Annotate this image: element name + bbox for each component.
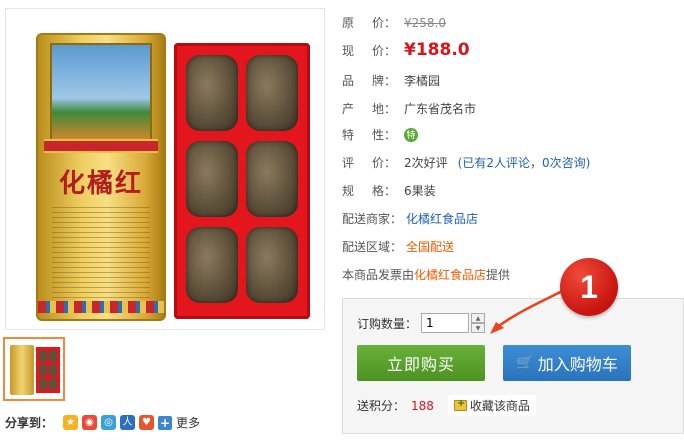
origin-label: 产地： bbox=[342, 102, 396, 116]
tin-picture bbox=[50, 43, 152, 143]
spec-row: 规格： 6果装 bbox=[342, 182, 436, 199]
origin-row: 产地： 广东省茂名市 bbox=[342, 100, 476, 117]
tin-title: 化橘红 bbox=[58, 169, 143, 199]
invoice-store-link[interactable]: 化橘红食品店 bbox=[414, 266, 486, 283]
thumb-cake bbox=[49, 364, 57, 376]
quantity-input[interactable] bbox=[421, 313, 470, 333]
thumb-cake bbox=[39, 378, 47, 390]
current-price-label: 现价： bbox=[342, 43, 396, 58]
review-detail-link[interactable]: (已有2人评论，0次咨询) bbox=[458, 154, 591, 171]
product-tray-image bbox=[174, 43, 310, 319]
fruit-cake bbox=[246, 141, 298, 217]
thumb-cake bbox=[39, 350, 47, 362]
spec-value: 6果装 bbox=[404, 184, 436, 198]
product-main-image[interactable]: 化橘红 bbox=[5, 8, 325, 330]
fruit-cake bbox=[186, 55, 238, 131]
tin-text-block bbox=[52, 207, 150, 303]
points-row: 送积分： 188 收藏该商品 bbox=[357, 395, 536, 416]
thumb-cake bbox=[49, 378, 57, 390]
merchant-link[interactable]: 化橘红食品店 bbox=[406, 210, 478, 227]
fruit-cake bbox=[186, 227, 238, 303]
share-label: 分享到： bbox=[5, 416, 54, 430]
thumb-cake bbox=[39, 364, 47, 376]
kaixin-icon[interactable]: ♥ bbox=[139, 415, 155, 430]
add-to-cart-button[interactable]: 🛒 加入购物车 bbox=[503, 345, 631, 381]
favorite-button[interactable]: 收藏该商品 bbox=[447, 395, 536, 416]
plus-icon[interactable]: + bbox=[158, 415, 173, 430]
cart-icon: 🛒 bbox=[516, 355, 534, 371]
review-row: 评价： 2次好评 (已有2人评论，0次咨询) bbox=[342, 154, 590, 171]
region-link[interactable]: 全国配送 bbox=[406, 238, 454, 255]
spec-label: 规格： bbox=[342, 184, 396, 198]
product-tin-image: 化橘红 bbox=[36, 33, 166, 321]
tencent-weibo-icon[interactable]: ◎ bbox=[101, 415, 117, 430]
share-bar: 分享到： ★ ◉ ◎ 人 ♥ + 更多 bbox=[5, 414, 200, 431]
thumb-tray bbox=[36, 347, 60, 393]
qzone-icon[interactable]: ★ bbox=[63, 415, 79, 430]
tin-band bbox=[38, 301, 164, 313]
review-count: 2次好评 bbox=[404, 156, 448, 170]
merchant-row: 配送商家： 化橘红食品店 bbox=[342, 210, 478, 227]
thumb-cake bbox=[49, 350, 57, 362]
folder-add-icon bbox=[453, 398, 467, 411]
brand-label: 品牌： bbox=[342, 74, 396, 88]
share-more-link[interactable]: 更多 bbox=[176, 414, 200, 431]
current-price-row: 现价： ¥188.0 bbox=[342, 40, 470, 60]
favorite-label: 收藏该商品 bbox=[469, 399, 530, 413]
invoice-row: 本商品发票由 化橘红食品店 提供 bbox=[342, 266, 510, 283]
points-label: 送积分： bbox=[357, 399, 406, 413]
invoice-prefix: 本商品发票由 bbox=[342, 268, 415, 282]
fruit-cake bbox=[246, 227, 298, 303]
origin-value: 广东省茂名市 bbox=[404, 102, 477, 116]
region-row: 配送区域： 全国配送 bbox=[342, 238, 454, 255]
quantity-label: 订购数量： bbox=[357, 316, 418, 331]
product-thumbnail[interactable] bbox=[3, 337, 65, 401]
invoice-suffix: 提供 bbox=[486, 268, 511, 282]
original-price: ¥258.0 bbox=[404, 15, 446, 30]
points-value: 188 bbox=[411, 398, 434, 413]
renren-icon[interactable]: 人 bbox=[120, 415, 136, 430]
review-label: 评价： bbox=[342, 156, 396, 170]
fruit-cake bbox=[246, 55, 298, 131]
feature-label: 特性： bbox=[342, 128, 396, 142]
special-tag-icon: 特 bbox=[404, 127, 418, 142]
tin-banner bbox=[44, 139, 158, 153]
buy-now-button[interactable]: 立即购买 bbox=[357, 345, 485, 381]
fruit-cake bbox=[186, 141, 238, 217]
brand-row: 品牌： 李橘园 bbox=[342, 72, 440, 89]
original-price-label: 原价： bbox=[342, 16, 396, 30]
step-number-badge: 1 bbox=[560, 258, 618, 316]
feature-row: 特性： 特 bbox=[342, 126, 418, 143]
add-to-cart-label: 加入购物车 bbox=[537, 355, 618, 374]
original-price-row: 原价： ¥258.0 bbox=[342, 14, 446, 31]
current-price: ¥188.0 bbox=[404, 40, 470, 60]
thumb-tin bbox=[10, 345, 34, 395]
weibo-icon[interactable]: ◉ bbox=[82, 415, 98, 430]
region-label: 配送区域： bbox=[342, 240, 403, 254]
quantity-row: 订购数量： ▲ ▼ bbox=[357, 313, 486, 333]
brand-value: 李橘园 bbox=[404, 74, 441, 88]
merchant-label: 配送商家： bbox=[342, 212, 403, 226]
